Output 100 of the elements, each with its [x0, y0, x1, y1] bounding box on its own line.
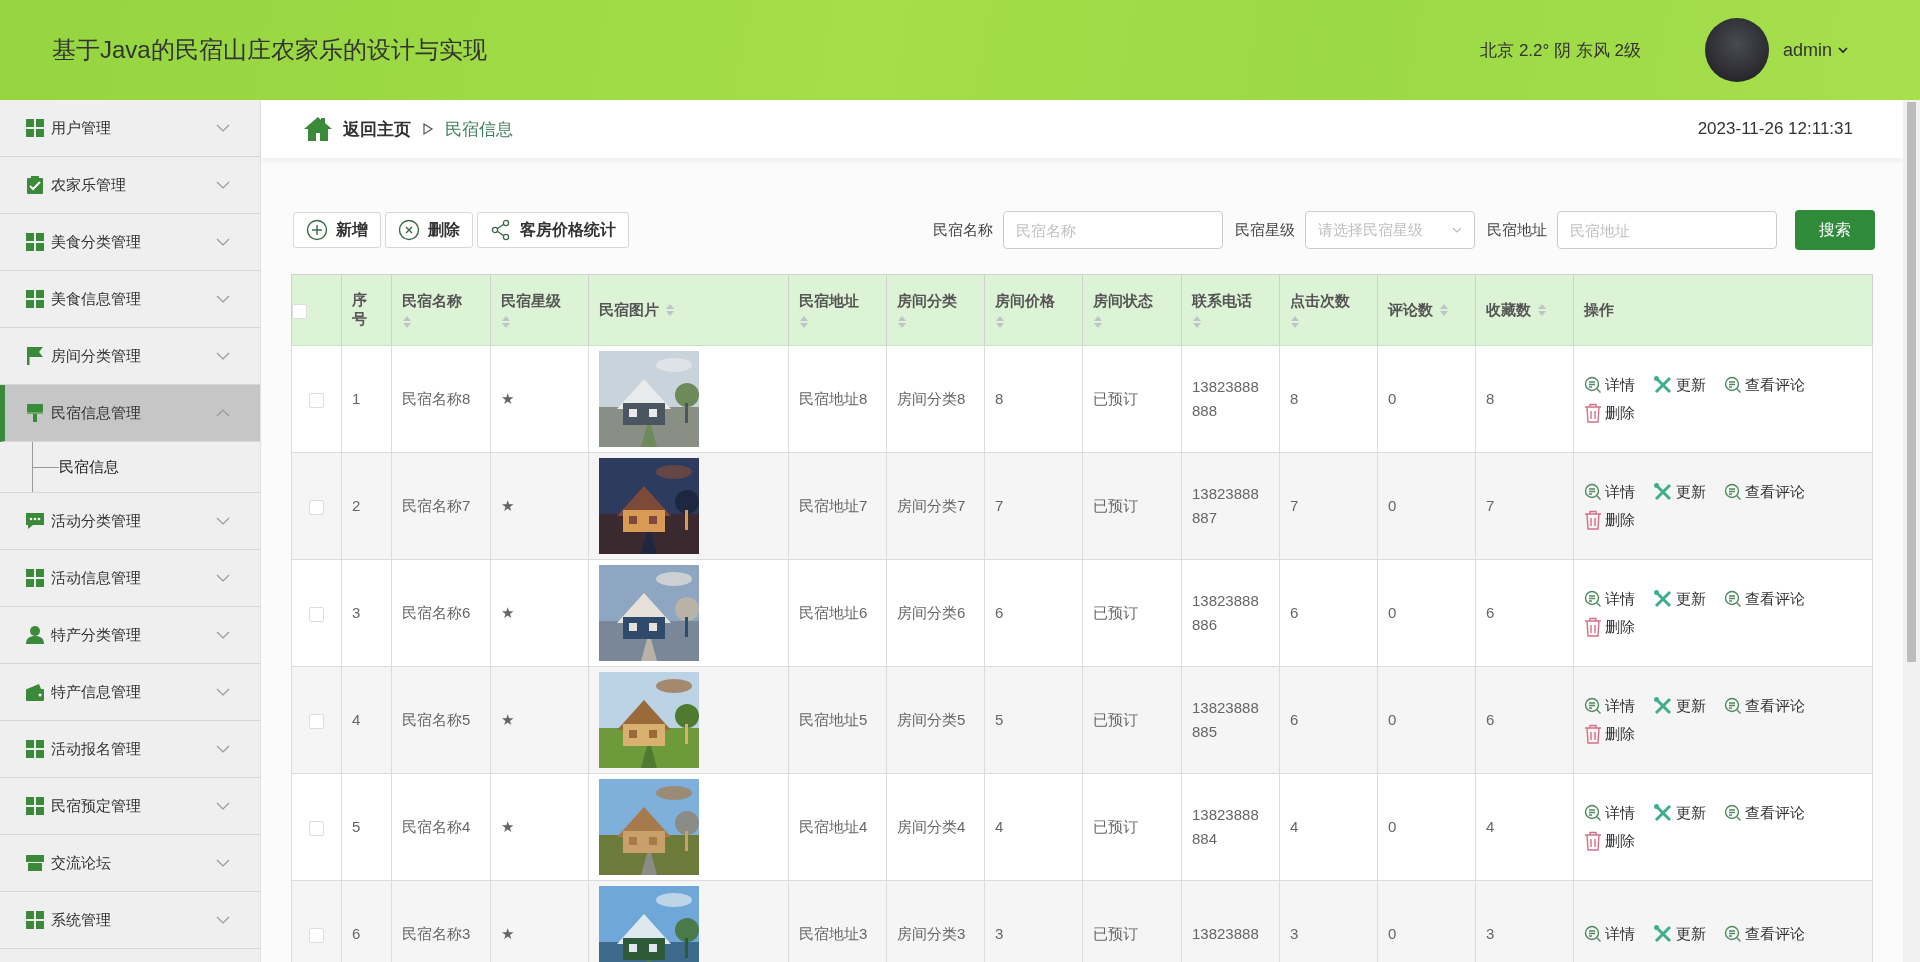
checkbox[interactable] — [309, 820, 324, 836]
scrollbar-thumb[interactable] — [1907, 102, 1916, 662]
sort-icon — [995, 314, 1005, 329]
sidebar-item[interactable]: 系统管理 — [0, 892, 260, 949]
sidebar-item[interactable]: 民宿信息管理 — [0, 385, 260, 442]
add-button[interactable]: 新增 — [293, 212, 381, 248]
table-cell-text: 房间分类6 — [897, 603, 966, 623]
comments-link[interactable]: 查看评论 — [1724, 803, 1805, 823]
detail-link[interactable]: 详情 — [1584, 924, 1635, 944]
table-cell-text: 13823888885 — [1192, 698, 1260, 742]
checkbox[interactable] — [309, 392, 324, 408]
update-link[interactable]: 更新 — [1653, 375, 1706, 395]
input-field[interactable]: 民宿地址 — [1557, 211, 1777, 249]
table-cell-text: ★ — [501, 496, 514, 516]
update-link[interactable]: 更新 — [1653, 696, 1706, 716]
column-header[interactable]: 房间状态 — [1082, 274, 1182, 346]
table-cell-text: 已预订 — [1093, 924, 1138, 944]
trash-icon — [1584, 403, 1602, 423]
sidebar-item[interactable]: 美食信息管理 — [0, 271, 260, 328]
detail-link[interactable]: 详情 — [1584, 375, 1635, 395]
sidebar-item[interactable]: 民宿预定管理 — [0, 778, 260, 835]
column-header[interactable]: 点击次数 — [1279, 274, 1378, 346]
table-cell-text: 4 — [1290, 817, 1299, 837]
chevron-icon — [216, 745, 230, 753]
column-header[interactable]: 联系电话 — [1181, 274, 1280, 346]
person-icon — [25, 625, 45, 645]
sort-icon — [665, 303, 675, 317]
update-link[interactable]: 更新 — [1653, 924, 1706, 944]
checkbox[interactable] — [292, 303, 307, 319]
sidebar-item[interactable]: 用户管理 — [0, 100, 260, 157]
column-header[interactable]: 评论数 — [1377, 274, 1476, 346]
grid-icon — [25, 232, 45, 252]
update-link[interactable]: 更新 — [1653, 803, 1706, 823]
search-icon — [1584, 590, 1602, 608]
detail-link[interactable]: 详情 — [1584, 589, 1635, 609]
checkbox[interactable] — [309, 713, 324, 729]
tools-icon — [1653, 696, 1673, 716]
column-header[interactable]: 民宿地址 — [788, 274, 887, 346]
chevron-icon — [216, 517, 230, 525]
breadcrumb-current[interactable]: 民宿信息 — [445, 117, 513, 141]
column-header[interactable]: 操作 — [1573, 274, 1873, 346]
table-cell-text: 4 — [352, 710, 361, 730]
chevron-icon — [216, 352, 230, 360]
column-header[interactable]: 房间价格 — [984, 274, 1083, 346]
home-icon — [303, 116, 333, 142]
search-icon — [1724, 925, 1742, 943]
detail-link[interactable]: 详情 — [1584, 803, 1635, 823]
search-button[interactable]: 搜索 — [1795, 210, 1875, 250]
chevron-icon — [216, 238, 230, 246]
comments-link[interactable]: 查看评论 — [1724, 482, 1805, 502]
table-cell-text: 7 — [995, 496, 1004, 516]
column-header[interactable]: 房间分类 — [886, 274, 985, 346]
user-menu[interactable]: admin — [1782, 39, 1848, 61]
search-icon — [1584, 925, 1602, 943]
detail-link[interactable]: 详情 — [1584, 482, 1635, 502]
update-link[interactable]: 更新 — [1653, 482, 1706, 502]
sidebar-item[interactable]: 特产信息管理 — [0, 664, 260, 721]
table-cell-text: 7 — [1486, 496, 1495, 516]
datetime-text: 2023-11-26 12:11:31 — [1697, 119, 1853, 139]
column-header[interactable]: 民宿图片 — [588, 274, 789, 346]
sidebar-item[interactable]: 特产分类管理 — [0, 607, 260, 664]
column-header[interactable]: 民宿名称 — [391, 274, 491, 346]
column-header[interactable]: 收藏数 — [1475, 274, 1574, 346]
table-cell-text: 民宿地址5 — [799, 710, 868, 730]
sidebar-item[interactable]: 农家乐管理 — [0, 157, 260, 214]
sidebar-subitem[interactable]: 民宿信息 — [0, 442, 260, 493]
table-cell-text: 已预订 — [1093, 710, 1138, 730]
delete-link[interactable]: 删除 — [1584, 617, 1635, 637]
sidebar-item[interactable]: 美食分类管理 — [0, 214, 260, 271]
sidebar-item[interactable]: 活动分类管理 — [0, 493, 260, 550]
statistics-button[interactable]: 客房价格统计 — [477, 212, 629, 248]
comments-link[interactable]: 查看评论 — [1724, 589, 1805, 609]
column-header[interactable]: 民宿星级 — [490, 274, 589, 346]
brush-icon — [25, 403, 45, 423]
delete-link[interactable]: 删除 — [1584, 403, 1635, 423]
checkbox[interactable] — [309, 606, 324, 622]
sidebar-item[interactable]: 活动报名管理 — [0, 721, 260, 778]
checkbox[interactable] — [309, 499, 324, 515]
trash-icon — [1584, 617, 1602, 637]
detail-link[interactable]: 详情 — [1584, 696, 1635, 716]
column-header[interactable]: 序号 — [341, 274, 392, 346]
search-icon — [1724, 483, 1742, 501]
table-cell-text: 4 — [995, 817, 1004, 837]
trash-icon — [1584, 724, 1602, 744]
delete-link[interactable]: 删除 — [1584, 831, 1635, 851]
sidebar-item[interactable]: 活动信息管理 — [0, 550, 260, 607]
search-icon — [1724, 590, 1742, 608]
update-link[interactable]: 更新 — [1653, 589, 1706, 609]
comments-link[interactable]: 查看评论 — [1724, 696, 1805, 716]
home-link[interactable]: 返回主页 — [343, 117, 411, 141]
delete-link[interactable]: 删除 — [1584, 724, 1635, 744]
delete-link[interactable]: 删除 — [1584, 510, 1635, 530]
table-cell-text: 民宿地址4 — [799, 817, 868, 837]
delete-button[interactable]: 删除 — [385, 212, 473, 248]
checkbox[interactable] — [309, 927, 324, 943]
comments-link[interactable]: 查看评论 — [1724, 375, 1805, 395]
comments-link[interactable]: 查看评论 — [1724, 924, 1805, 944]
sidebar-item[interactable]: 交流论坛 — [0, 835, 260, 892]
close-icon — [398, 219, 420, 241]
input-field[interactable]: 民宿名称 — [1003, 211, 1223, 249]
